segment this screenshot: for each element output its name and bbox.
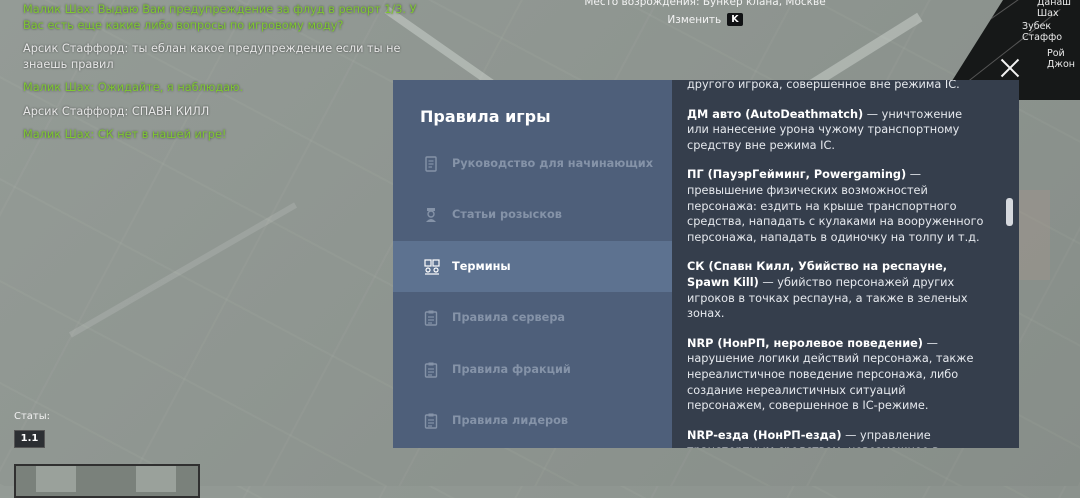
rule-term: ДМ авто (AutoDeathmatch) (687, 107, 864, 121)
chat-message: Арсик Стаффорд: ты еблан какое предупреж… (23, 42, 401, 71)
modal-title: Правила игры (420, 107, 551, 126)
rule-definition: другого игрока, совершенное вне режима I… (687, 80, 960, 91)
sidebar-item-label: Статьи розысков (452, 208, 562, 221)
sidebar-item-label: Правила лидеров (452, 414, 569, 427)
sidebar-item[interactable]: Правила сервера (393, 292, 672, 343)
chat-log: Малик Шах: Выдаю Вам предупреждение за ф… (23, 2, 423, 151)
minimap-player-label: Рой Джон (1047, 48, 1076, 70)
rule-paragraph: ПГ (ПауэрГейминг, Powergaming) — превыше… (687, 167, 987, 245)
sidebar-item-label: Правила сервера (452, 311, 566, 324)
scroll-icon (424, 155, 438, 172)
chat-message: Арсик Стаффорд: СПАВН КИЛЛ (23, 104, 210, 118)
spawn-location: Место возрождения: Бункер клана, Москве (584, 0, 826, 8)
stats-label: Статы: (14, 411, 51, 422)
map-cell (136, 466, 176, 492)
sidebar-item[interactable]: Правила лидеров (393, 395, 672, 446)
ground-map (14, 464, 200, 498)
sidebar-item[interactable]: Правила фракций (393, 344, 672, 395)
rule-term: ПГ (ПауэрГейминг, Powergaming) (687, 168, 907, 182)
sidebar-item[interactable]: Термины (393, 241, 672, 292)
minimap-player-label: Данаш Шах (1037, 0, 1071, 19)
minimap-player-label: Зубек Стаффо (1022, 21, 1063, 43)
chat-message: Малик Шах: Выдаю Вам предупреждение за ф… (23, 3, 417, 32)
rule-paragraph: NRP (НонРП, неролевое поведение) — наруш… (687, 336, 987, 414)
clipboard-icon (424, 413, 438, 429)
rule-term: NRP-езда (НонРП-езда) (687, 428, 842, 442)
sidebar-item-label: Правила фракций (452, 363, 571, 376)
sidebar-item-label: Руководство для начинающих (452, 157, 653, 170)
rules-modal: Правила игры Руководство для начинающих С… (393, 80, 1019, 448)
rules-content[interactable]: другого игрока, совершенное вне режима I… (672, 80, 1019, 448)
rule-paragraph: ДМ авто (AutoDeathmatch) — уничтожение и… (687, 107, 987, 154)
clipboard-icon (424, 310, 438, 326)
rule-paragraph: другого игрока, совершенное вне режима I… (687, 80, 987, 93)
change-spawn-label[interactable]: Изменить (667, 14, 721, 26)
sidebar-item[interactable]: Статьи розысков (393, 189, 672, 240)
officer-icon (424, 207, 438, 223)
scrollbar-thumb[interactable] (1006, 198, 1013, 226)
chat-message: Малик Шах: СК нет в нашей игре! (23, 128, 227, 141)
spawn-info: Место возрождения: Бункер клана, Москве … (560, 0, 850, 26)
road (68, 202, 298, 338)
change-spawn-key: K (727, 13, 743, 26)
rule-paragraph: СК (Спавн Килл, Убийство на респауне, Sp… (687, 259, 987, 321)
people-icon (424, 258, 440, 275)
rule-term: NRP (НонРП, неролевое поведение) (687, 336, 923, 350)
map-cell (36, 466, 76, 492)
sidebar-item-label: Термины (452, 260, 511, 273)
stats-badge: 1.1 (14, 430, 45, 448)
close-icon[interactable] (998, 56, 1022, 80)
sidebar-item[interactable]: Руководство для начинающих (393, 138, 672, 189)
rule-paragraph: NRP-езда (НонРП-езда) — управление транс… (687, 428, 987, 448)
chat-message: Малик Шах: Ожидайте, я наблюдаю. (23, 81, 244, 94)
clipboard-icon (424, 362, 438, 378)
rules-sidebar: Правила игры Руководство для начинающих С… (393, 80, 672, 448)
